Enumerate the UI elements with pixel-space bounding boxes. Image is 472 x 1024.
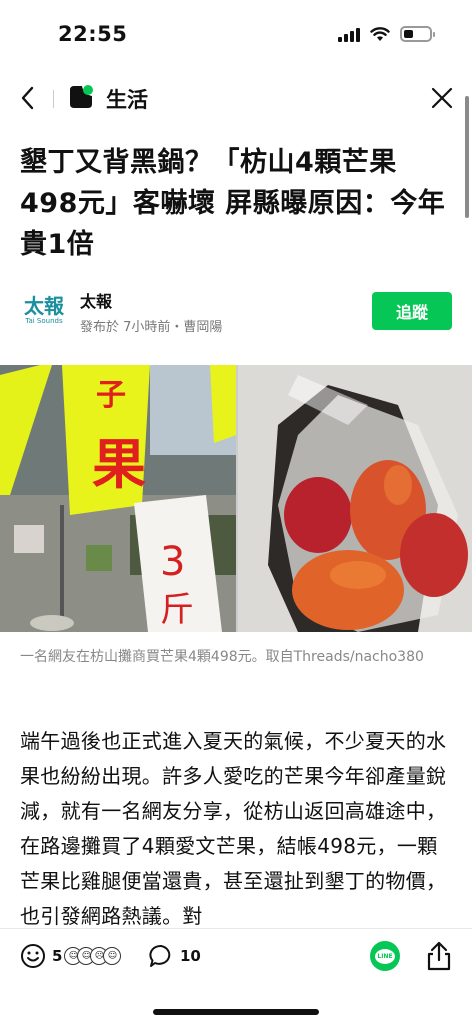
wifi-icon bbox=[370, 27, 390, 41]
reaction-emoji-icon: ☺ bbox=[103, 947, 122, 965]
nav-divider bbox=[53, 90, 54, 108]
share-icon[interactable] bbox=[424, 940, 454, 972]
line-today-logo-icon bbox=[70, 85, 93, 108]
roadside-stall-photo: 果 子 3 斤 bbox=[0, 365, 236, 632]
source-row: 太報 Tai Sounds 太報 發布於 7小時前・曹岡陽 追蹤 bbox=[20, 284, 452, 340]
roadside-stall-illustration: 果 子 3 斤 bbox=[0, 365, 236, 632]
channel-title: 生活 bbox=[106, 88, 148, 112]
status-icons bbox=[338, 26, 435, 42]
status-time: 22:55 bbox=[58, 22, 128, 46]
comment-count: 10 bbox=[180, 947, 201, 965]
nav-bar: 生活 bbox=[0, 72, 472, 124]
source-name[interactable]: 太報 bbox=[80, 288, 112, 312]
article-headline: 墾丁又背黑鍋？「枋山4顆芒果498元」客嚇壞 屏縣曝原因：今年貴1倍 bbox=[20, 147, 446, 260]
cellular-signal-icon bbox=[338, 26, 360, 42]
svg-text:斤: 斤 bbox=[160, 590, 194, 630]
line-icon: LINE bbox=[375, 948, 395, 964]
reaction-emoji-stack: ☺ ☺ ☹ ☺ bbox=[64, 947, 122, 965]
source-logo-text: 太報 bbox=[24, 293, 64, 318]
reaction-button[interactable]: 5 ☺ ☺ ☹ ☺ bbox=[20, 941, 122, 971]
bottom-toolbar: 5 ☺ ☺ ☹ ☺ 10 LINE bbox=[0, 928, 472, 1024]
status-bar: 22:55 bbox=[0, 0, 472, 68]
publish-meta: 發布於 7小時前・曹岡陽 bbox=[80, 320, 223, 335]
back-button[interactable] bbox=[14, 84, 42, 112]
svg-text:果: 果 bbox=[92, 433, 146, 496]
mangoes-in-bag-photo bbox=[238, 365, 472, 632]
article-body: 端午過後也正式進入夏天的氣候，不少夏天的水果也紛紛出現。許多人愛吃的芒果今年卻產… bbox=[20, 729, 447, 928]
source-logo-subtext: Tai Sounds bbox=[25, 316, 63, 325]
close-button[interactable] bbox=[428, 84, 456, 112]
chevron-left-icon bbox=[21, 86, 34, 110]
image-caption: 一名網友在枋山攤商買芒果4顆498元。取自Threads/nacho380 bbox=[20, 649, 424, 665]
comment-button[interactable]: 10 bbox=[148, 941, 201, 971]
article-hero-image[interactable]: 果 子 3 斤 bbox=[0, 365, 472, 632]
scrollbar[interactable] bbox=[465, 96, 469, 218]
svg-text:子: 子 bbox=[96, 378, 126, 413]
mangoes-illustration bbox=[238, 365, 472, 632]
battery-icon bbox=[400, 26, 435, 42]
line-share-button[interactable]: LINE bbox=[370, 941, 400, 971]
follow-button[interactable]: 追蹤 bbox=[372, 292, 452, 330]
svg-text:3: 3 bbox=[160, 539, 185, 585]
source-logo[interactable]: 太報 Tai Sounds bbox=[20, 284, 68, 336]
home-indicator[interactable] bbox=[153, 1009, 319, 1015]
comment-icon bbox=[149, 945, 171, 967]
close-icon bbox=[431, 87, 453, 109]
smiley-icon bbox=[21, 944, 45, 968]
reaction-count: 5 bbox=[52, 947, 63, 965]
